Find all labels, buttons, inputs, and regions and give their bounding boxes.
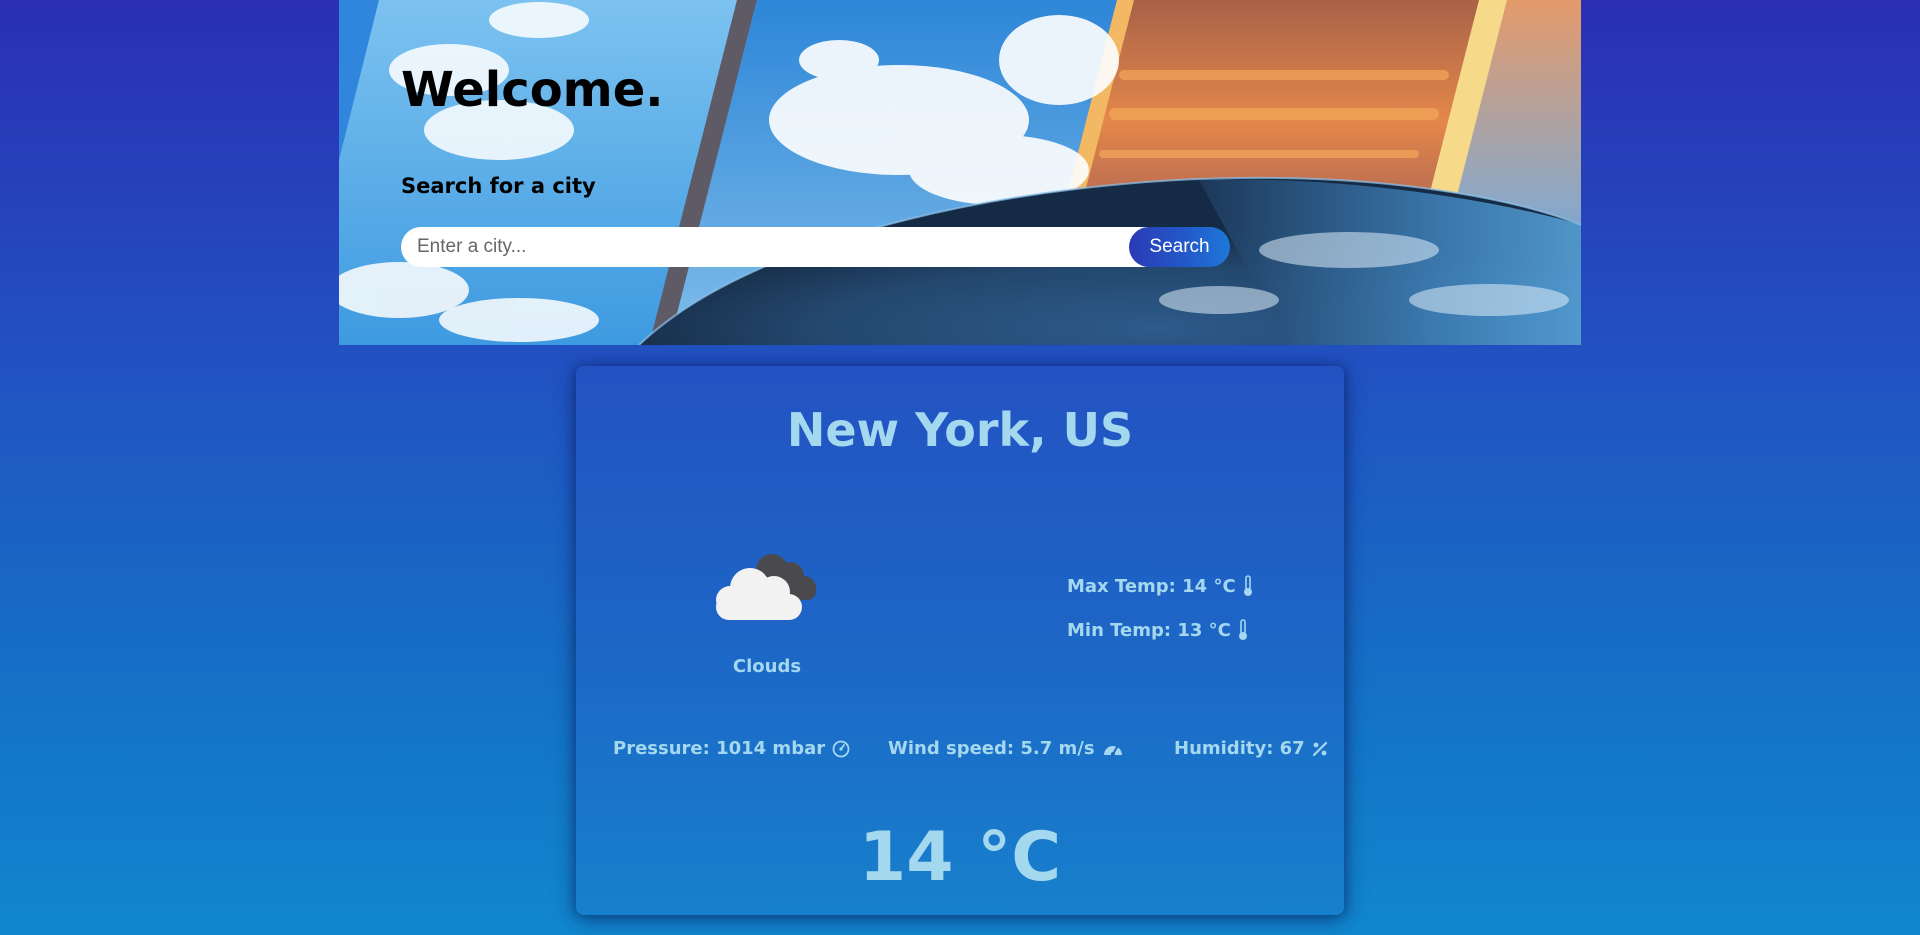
percent-icon: [1312, 741, 1327, 756]
thermometer-icon: [1243, 575, 1252, 596]
weather-condition: Clouds: [732, 656, 802, 677]
max-temp-text: Max Temp: 14 °C: [1067, 575, 1236, 597]
humidity-stat: Humidity: 67: [1174, 738, 1328, 759]
current-temperature: 14 °C: [858, 818, 1062, 897]
city-name: New York, US: [786, 403, 1134, 457]
clouds-icon: [716, 554, 816, 620]
pressure-text: Pressure: 1014 mbar: [613, 738, 826, 759]
thermometer-icon: [1238, 619, 1247, 640]
min-temp-row: Min Temp: 13 °C: [1067, 608, 1253, 652]
search-button[interactable]: Search: [1129, 227, 1230, 267]
pressure-stat: Pressure: 1014 mbar: [613, 738, 850, 759]
city-search-input[interactable]: [401, 227, 1181, 267]
min-max-temps: Max Temp: 14 °C Min Temp: 13 °C: [1067, 564, 1253, 652]
weather-card: New York, US Clouds Max Temp: 14 °C Min …: [576, 366, 1344, 915]
humidity-text: Humidity: 67: [1174, 738, 1305, 759]
hero-content: Welcome. Search for a city: [401, 60, 663, 200]
min-temp-text: Min Temp: 13 °C: [1067, 619, 1231, 641]
search-bar: Search: [401, 227, 1230, 267]
wind-speed-stat: Wind speed: 5.7 m/s: [888, 738, 1124, 759]
speedometer-icon: [1103, 745, 1122, 756]
wind-speed-text: Wind speed: 5.7 m/s: [888, 738, 1095, 759]
hero-banner: Welcome. Search for a city Search: [339, 0, 1581, 345]
gauge-icon: [832, 740, 850, 757]
search-label: Search for a city: [401, 174, 596, 198]
welcome-heading: Welcome.: [401, 62, 664, 118]
max-temp-row: Max Temp: 14 °C: [1067, 564, 1253, 608]
